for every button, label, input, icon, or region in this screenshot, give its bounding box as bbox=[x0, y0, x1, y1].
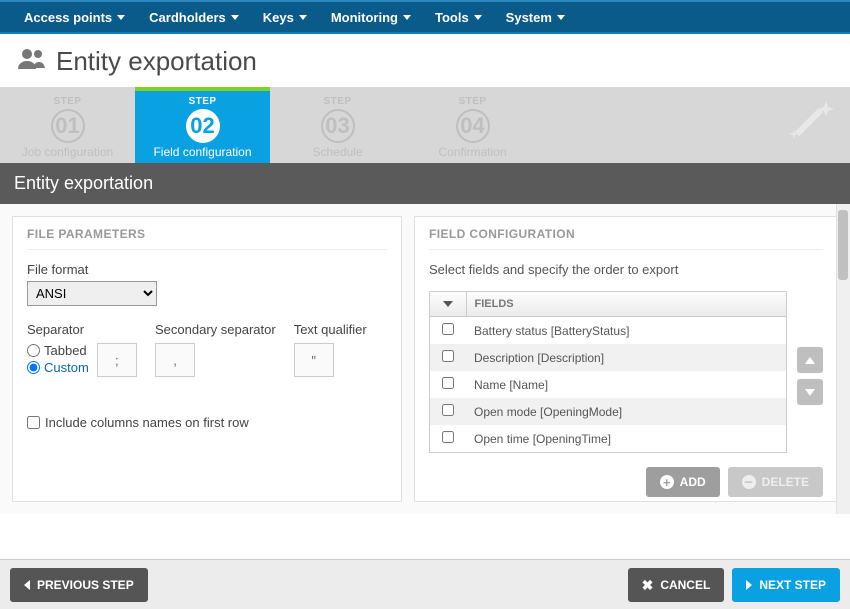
step-schedule[interactable]: STEP 03 Schedule bbox=[270, 87, 405, 163]
caret-down-icon bbox=[299, 15, 307, 20]
add-button[interactable]: +ADD bbox=[646, 467, 720, 497]
nav-keys[interactable]: Keys bbox=[251, 2, 319, 32]
separator-label: Separator bbox=[27, 322, 137, 337]
content-area: FILE PARAMETERS File format ANSI Separat… bbox=[0, 204, 850, 514]
section-header: Entity exportation bbox=[0, 163, 850, 204]
plus-icon: + bbox=[660, 475, 674, 489]
next-step-button[interactable]: NEXT STEP bbox=[732, 568, 840, 602]
caret-down-icon bbox=[231, 15, 239, 20]
file-format-select[interactable]: ANSI bbox=[27, 281, 157, 306]
field-checkbox[interactable] bbox=[442, 404, 454, 416]
arrow-down-icon bbox=[805, 389, 815, 396]
caret-down-icon bbox=[117, 15, 125, 20]
page-title: Entity exportation bbox=[56, 46, 257, 77]
step-field-configuration[interactable]: STEP 02 Field configuration bbox=[135, 87, 270, 163]
reorder-buttons bbox=[797, 347, 823, 405]
wizard-steps: STEP 01 Job configuration STEP 02 Field … bbox=[0, 87, 850, 163]
text-qualifier-input[interactable]: " bbox=[294, 343, 334, 377]
field-checkbox[interactable] bbox=[442, 377, 454, 389]
chevron-left-icon bbox=[24, 580, 30, 590]
file-format-label: File format bbox=[27, 262, 387, 277]
nav-access-points[interactable]: Access points bbox=[12, 2, 137, 32]
field-checkbox[interactable] bbox=[442, 350, 454, 362]
previous-step-button[interactable]: PREVIOUS STEP bbox=[10, 568, 148, 602]
caret-down-icon bbox=[557, 15, 565, 20]
chevron-down-icon bbox=[443, 301, 453, 307]
move-up-button[interactable] bbox=[797, 347, 823, 373]
field-configuration-instruction: Select fields and specify the order to e… bbox=[429, 262, 823, 277]
minus-icon: − bbox=[742, 475, 756, 489]
fields-column-header: FIELDS bbox=[466, 292, 786, 317]
fields-expand-header[interactable] bbox=[430, 292, 466, 317]
field-configuration-title: FIELD CONFIGURATION bbox=[429, 227, 823, 250]
separator-custom-option[interactable]: Custom bbox=[27, 360, 89, 375]
top-nav: Access points Cardholders Keys Monitorin… bbox=[0, 0, 850, 34]
field-checkbox[interactable] bbox=[442, 323, 454, 335]
separator-tabbed-option[interactable]: Tabbed bbox=[27, 343, 89, 358]
step-confirmation[interactable]: STEP 04 Confirmation bbox=[405, 87, 540, 163]
file-parameters-panel: FILE PARAMETERS File format ANSI Separat… bbox=[12, 216, 402, 502]
separator-custom-input[interactable]: ; bbox=[97, 343, 137, 377]
table-row[interactable]: Battery status [BatteryStatus] bbox=[430, 317, 786, 345]
close-icon: ✖ bbox=[642, 578, 654, 592]
delete-button[interactable]: −DELETE bbox=[728, 467, 823, 497]
move-down-button[interactable] bbox=[797, 379, 823, 405]
file-parameters-title: FILE PARAMETERS bbox=[27, 227, 387, 250]
page-title-bar: Entity exportation bbox=[0, 34, 850, 87]
secondary-separator-label: Secondary separator bbox=[155, 322, 276, 337]
field-configuration-panel: FIELD CONFIGURATION Select fields and sp… bbox=[414, 216, 838, 502]
table-row[interactable]: Open mode [OpeningMode] bbox=[430, 398, 786, 425]
nav-system[interactable]: System bbox=[494, 2, 577, 32]
wand-icon bbox=[786, 99, 836, 154]
fields-table: FIELDS Battery status [BatteryStatus] De… bbox=[429, 291, 787, 453]
chevron-right-icon bbox=[746, 580, 752, 590]
users-icon bbox=[18, 47, 46, 76]
cancel-button[interactable]: ✖CANCEL bbox=[628, 568, 725, 602]
table-row[interactable]: Open time [OpeningTime] bbox=[430, 425, 786, 452]
caret-down-icon bbox=[474, 15, 482, 20]
nav-monitoring[interactable]: Monitoring bbox=[319, 2, 423, 32]
nav-tools[interactable]: Tools bbox=[423, 2, 494, 32]
wizard-footer: PREVIOUS STEP ✖CANCEL NEXT STEP bbox=[0, 559, 850, 609]
arrow-up-icon bbox=[805, 357, 815, 364]
secondary-separator-input[interactable]: , bbox=[155, 343, 195, 377]
text-qualifier-label: Text qualifier bbox=[294, 322, 367, 337]
caret-down-icon bbox=[403, 15, 411, 20]
field-checkbox[interactable] bbox=[442, 431, 454, 443]
scrollbar-thumb[interactable] bbox=[838, 210, 848, 280]
nav-cardholders[interactable]: Cardholders bbox=[137, 2, 251, 32]
vertical-scrollbar[interactable] bbox=[836, 204, 850, 514]
table-row[interactable]: Description [Description] bbox=[430, 344, 786, 371]
include-columns-checkbox[interactable]: Include columns names on first row bbox=[27, 415, 387, 430]
step-job-configuration[interactable]: STEP 01 Job configuration bbox=[0, 87, 135, 163]
table-row[interactable]: Name [Name] bbox=[430, 371, 786, 398]
